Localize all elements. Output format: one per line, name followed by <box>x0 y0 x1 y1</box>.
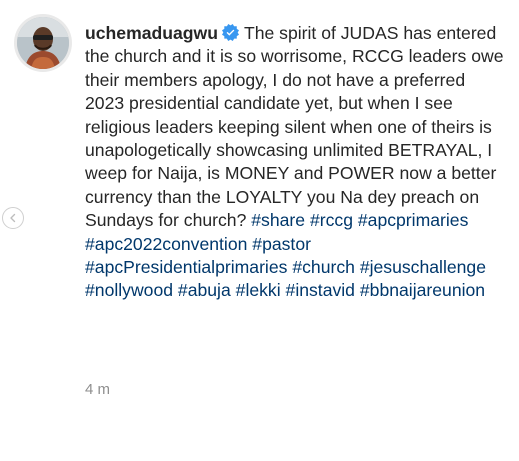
hashtag-link[interactable]: #jesuschallenge <box>360 257 486 277</box>
hashtag-link[interactable]: #apcPresidentialprimaries <box>85 257 287 277</box>
hashtag-link[interactable]: #rccg <box>310 210 353 230</box>
hashtag-link[interactable]: #apc2022convention <box>85 234 247 254</box>
verified-badge-icon <box>221 24 239 41</box>
hashtag-link[interactable]: #lekki <box>236 280 281 300</box>
hashtag-link[interactable]: #share <box>251 210 305 230</box>
username-link[interactable]: uchemaduagwu <box>85 23 218 43</box>
hashtag-link[interactable]: #apcprimaries <box>358 210 469 230</box>
hashtag-link[interactable]: #church <box>292 257 355 277</box>
caption-text: The spirit of JUDAS has entered the chur… <box>85 23 504 231</box>
hashtag-link[interactable]: #bbnaijareunion <box>360 280 485 300</box>
post-caption-row: uchemaduagwu The spirit of JUDAS has ente… <box>14 14 509 303</box>
avatar-ring[interactable] <box>14 14 72 72</box>
avatar[interactable] <box>17 17 69 69</box>
hashtag-link[interactable]: #nollywood <box>85 280 173 300</box>
avatar-image <box>17 17 69 69</box>
hashtag-link[interactable]: #abuja <box>178 280 231 300</box>
hashtag-link[interactable]: #pastor <box>252 234 311 254</box>
post-caption: uchemaduagwu The spirit of JUDAS has ente… <box>85 22 509 303</box>
post-timestamp[interactable]: 4 m <box>85 381 110 398</box>
hashtag-link[interactable]: #instavid <box>286 280 355 300</box>
